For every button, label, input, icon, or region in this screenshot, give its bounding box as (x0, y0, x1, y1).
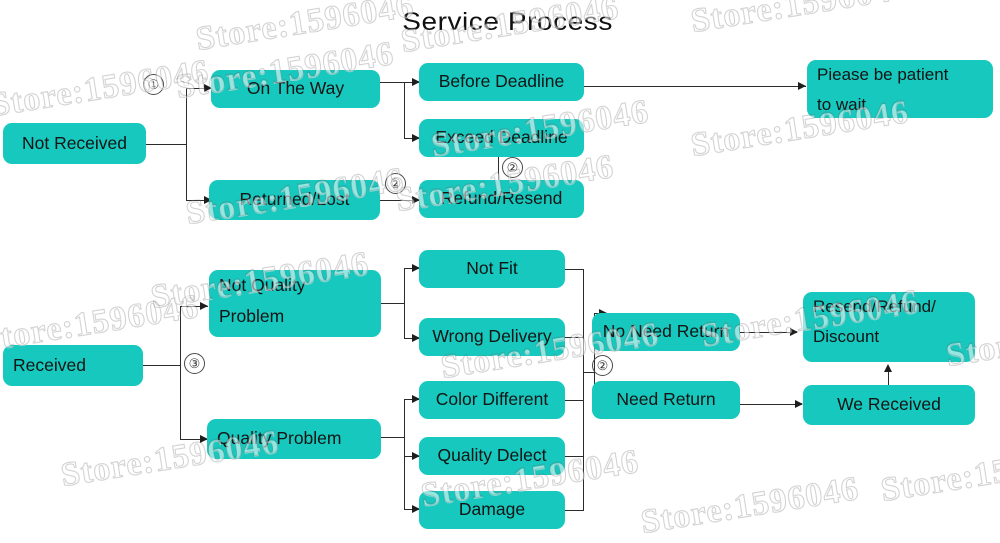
watermark: Store:1596046 (0, 52, 212, 124)
connector-received-fork (180, 306, 181, 439)
connector-need-return-to-we-received (740, 404, 802, 405)
node-quality-problem[interactable]: Quality Problem (207, 419, 381, 459)
node-quality-delect[interactable]: Quality Delect (419, 437, 565, 475)
node-on-the-way[interactable]: On The Way (211, 70, 380, 108)
node-refund-resend[interactable]: Refund/Resend (419, 180, 584, 218)
connector-rail-to-return-fork (583, 372, 594, 373)
step-marker-3: ③ (184, 353, 205, 374)
step-marker-2-return: ② (592, 355, 613, 376)
resolution-line-2: Discount (813, 326, 880, 346)
arrow-icon (200, 301, 208, 310)
not-quality-line-2: Problem (219, 305, 285, 326)
connector-root-fork (186, 88, 187, 200)
node-resend-refund-discount[interactable]: Resend/Refund/ Discount (803, 292, 975, 362)
connector-quality-out (381, 437, 404, 438)
be-patient-line-2: to wait (817, 94, 867, 114)
connector-received-trunk (143, 365, 180, 366)
arrow-icon (883, 364, 892, 372)
connector-quality-fork (404, 399, 405, 509)
connector-quality-delect-merge (565, 456, 584, 457)
connector-color-different-merge (565, 400, 584, 401)
watermark: Store:1596046 (638, 469, 862, 541)
connector-not-quality-fork (404, 268, 405, 338)
connector-not-fit-merge (565, 269, 584, 270)
be-patient-line-1: Piease be patient (817, 65, 949, 84)
step-marker-2-returned: ② (385, 173, 406, 194)
step-marker-1: ① (143, 74, 164, 95)
node-before-deadline[interactable]: Before Deadline (419, 63, 584, 101)
connector-root-trunk (146, 144, 186, 145)
arrow-icon (798, 81, 806, 90)
node-not-fit[interactable]: Not Fit (419, 250, 565, 288)
resolution-line-1: Resend/Refund/ (813, 297, 936, 316)
service-process-flowchart: Store:1596046 Store:1596046 Store:159604… (0, 0, 1000, 543)
node-not-received[interactable]: Not Received (3, 123, 146, 164)
connector-deadline-fork (404, 82, 405, 138)
connector-wrong-delivery-merge (565, 337, 584, 338)
step-marker-2-exceed: ② (502, 157, 523, 178)
node-no-need-return[interactable]: No Need Return (592, 313, 740, 351)
node-color-different[interactable]: Color Different (419, 381, 565, 419)
node-need-return[interactable]: Need Return (592, 381, 740, 419)
connector-reason-merge-rail (583, 269, 584, 510)
connector-to-be-patient (584, 86, 806, 87)
arrow-icon (790, 327, 798, 336)
node-be-patient-to-wait[interactable]: Piease be patient to wait (807, 60, 993, 118)
connector-damage-merge (565, 510, 584, 511)
node-wrong-delivery[interactable]: Wrong Delivery (419, 318, 565, 356)
connector-not-quality-out (381, 303, 404, 304)
node-we-received[interactable]: We Received (803, 385, 975, 425)
connector-no-need-to-resolution (740, 332, 797, 333)
page-title: Service Process (402, 8, 613, 36)
arrow-icon (795, 399, 803, 408)
node-returned-lost[interactable]: Returned/Lost (209, 180, 380, 220)
node-exceed-deadline[interactable]: Exceed Deadline (419, 119, 584, 157)
watermark: Store:1596046 (878, 437, 1000, 509)
connector-on-the-way-out (380, 82, 404, 83)
node-not-quality-problem[interactable]: Not Quality Problem (209, 270, 381, 337)
node-damage[interactable]: Damage (419, 491, 565, 529)
node-received[interactable]: Received (3, 345, 143, 386)
not-quality-line-1: Not Quality (219, 275, 306, 295)
